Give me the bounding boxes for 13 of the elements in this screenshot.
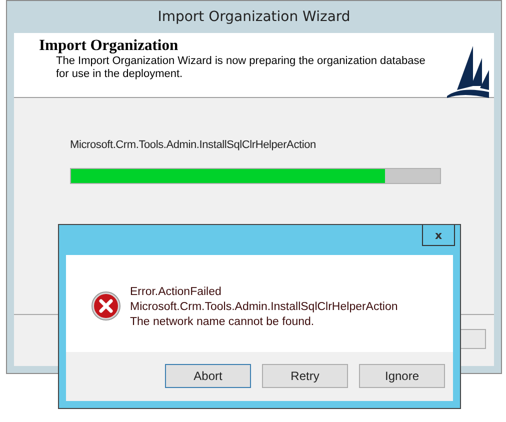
error-message-line: The network name cannot be found.	[130, 315, 316, 330]
action-label: Microsoft.Crm.Tools.Admin.InstallSqlClrHelperAction	[70, 139, 317, 151]
sails-logo-icon	[447, 46, 489, 98]
page-title: Import Organization	[39, 37, 180, 55]
page-description: The Import Organization Wizard is now preparing the organization database for use in the deployment.	[55, 55, 426, 81]
close-button[interactable]: x	[422, 225, 455, 246]
error-message-line: Error.ActionFailed	[130, 285, 222, 300]
error-message-line: Microsoft.Crm.Tools.Admin.InstallSqlClrHelperAction	[130, 300, 398, 315]
error-icon	[91, 291, 121, 321]
dialog-button[interactable]: Retry	[262, 364, 348, 388]
window-title: Import Organization Wizard	[158, 9, 350, 25]
dialog-button[interactable]: Ignore	[359, 364, 445, 388]
dialog-button[interactable]: Abort	[165, 364, 251, 388]
